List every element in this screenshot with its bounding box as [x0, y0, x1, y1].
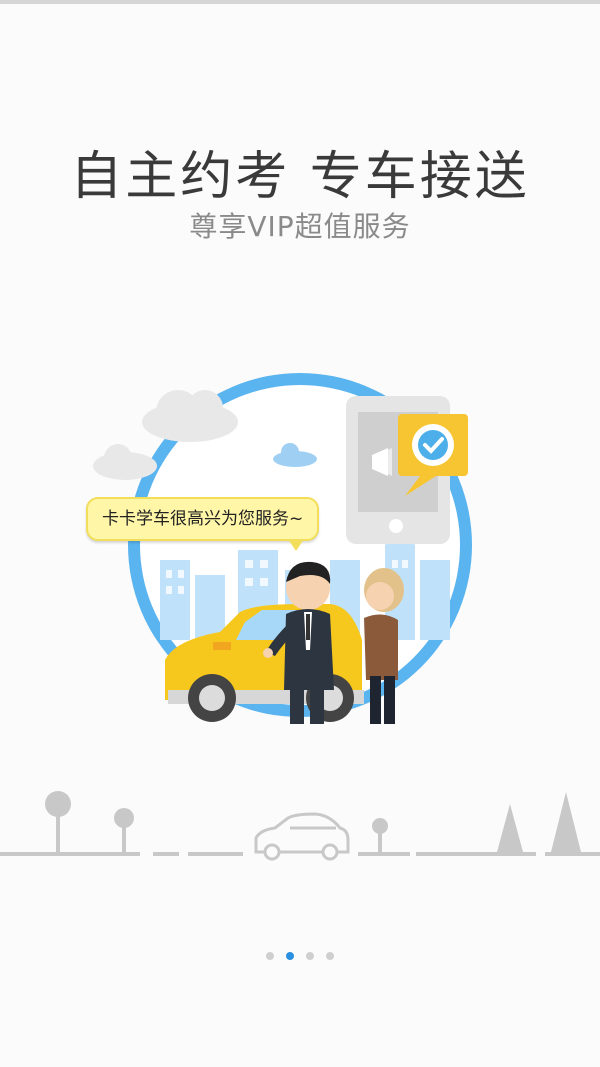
- page-dot-2[interactable]: [286, 952, 294, 960]
- page-dot-3[interactable]: [306, 952, 314, 960]
- passenger-figure: [364, 568, 404, 724]
- road-scene: [0, 791, 600, 861]
- page-indicator: [0, 952, 600, 960]
- car-icon: [254, 812, 350, 861]
- top-divider: [0, 0, 600, 4]
- speech-bubble: 卡卡学车很高兴为您服务~: [86, 497, 320, 551]
- page-subtitle: 尊享VIP超值服务: [189, 210, 411, 243]
- page-dot-4[interactable]: [326, 952, 334, 960]
- page-dot-1[interactable]: [266, 952, 274, 960]
- page-title: 自主约考 专车接送: [70, 147, 530, 207]
